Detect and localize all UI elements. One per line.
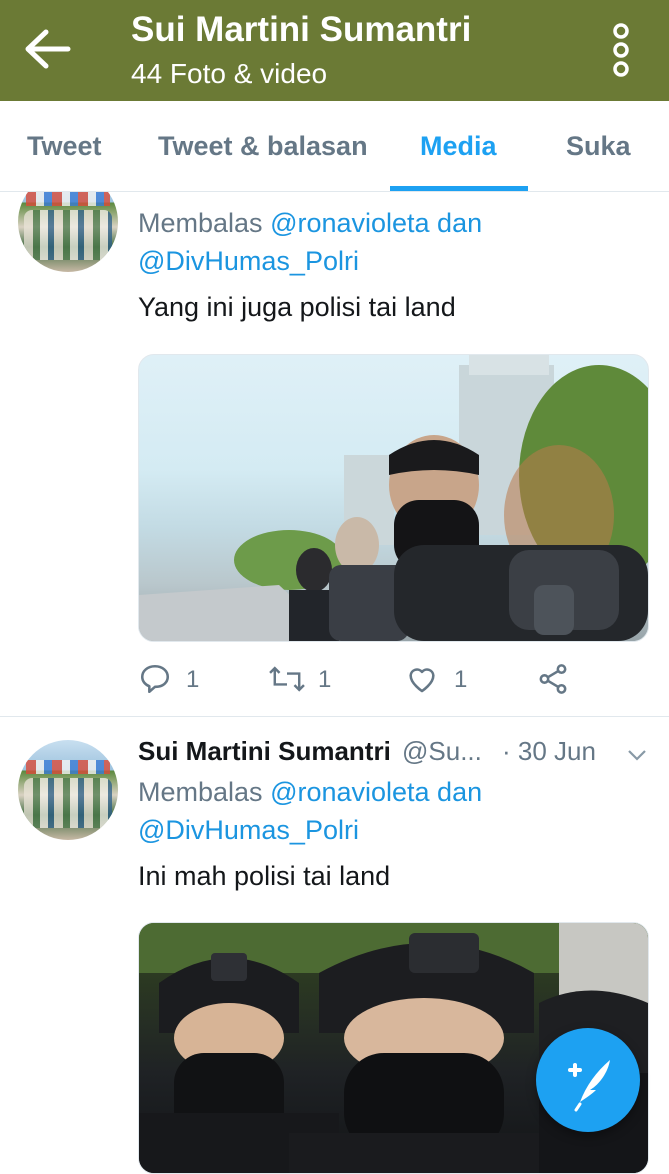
tab-likes[interactable]: Suka bbox=[566, 131, 631, 162]
photo-police-officers-masked-outdoor bbox=[139, 355, 648, 641]
profile-tabs: Tweet Tweet & balasan Media Suka bbox=[0, 101, 669, 192]
tab-tweet[interactable]: Tweet bbox=[27, 131, 102, 162]
share-icon bbox=[539, 664, 567, 694]
tweet-date[interactable]: · 30 Jun bbox=[502, 736, 596, 767]
replying-to-line: Membalas @ronavioleta dan bbox=[138, 208, 482, 239]
retweet-icon bbox=[269, 666, 305, 692]
replying-to-label: Membalas bbox=[138, 208, 263, 238]
chevron-down-icon[interactable] bbox=[626, 748, 648, 762]
compose-tweet-icon bbox=[568, 1060, 610, 1112]
like-button[interactable]: 1 bbox=[404, 660, 484, 700]
tweet-text: Yang ini juga polisi tai land bbox=[138, 292, 456, 322]
tweet-author-handle[interactable]: @Su... bbox=[402, 736, 482, 767]
replying-to-line-2: @DivHumas_Polri bbox=[138, 246, 359, 277]
avatar[interactable] bbox=[18, 740, 118, 840]
profile-name-title: Sui Martini Sumantri bbox=[131, 10, 472, 49]
replying-to-line-2: @DivHumas_Polri bbox=[138, 815, 359, 846]
like-count: 1 bbox=[454, 666, 468, 693]
reply-count: 1 bbox=[186, 666, 200, 693]
reply-button[interactable]: 1 bbox=[138, 660, 208, 700]
compose-tweet-button[interactable] bbox=[536, 1028, 640, 1132]
tweet-author-name[interactable]: Sui Martini Sumantri bbox=[138, 736, 391, 767]
media-count-subtitle: 44 Foto & video bbox=[131, 58, 328, 89]
heart-icon bbox=[409, 668, 435, 693]
share-button[interactable] bbox=[536, 660, 576, 700]
replying-to-label: Membalas bbox=[138, 777, 263, 807]
more-vertical-icon[interactable] bbox=[607, 22, 635, 78]
arrow-left-icon[interactable] bbox=[22, 26, 72, 72]
tab-media[interactable]: Media bbox=[420, 131, 497, 162]
mention-link[interactable]: @DivHumas_Polri bbox=[138, 815, 359, 845]
mention-link[interactable]: @ronavioleta dan bbox=[270, 208, 482, 238]
reply-icon bbox=[140, 664, 170, 694]
mention-link[interactable]: @ronavioleta dan bbox=[270, 777, 482, 807]
tweet-photo[interactable] bbox=[138, 354, 649, 642]
active-tab-indicator bbox=[390, 186, 528, 191]
tab-tweet-replies[interactable]: Tweet & balasan bbox=[158, 131, 368, 162]
tweet-text: Ini mah polisi tai land bbox=[138, 861, 391, 891]
tweet-divider bbox=[0, 716, 669, 717]
mention-link[interactable]: @DivHumas_Polri bbox=[138, 246, 359, 276]
profile-header-bar: Sui Martini Sumantri 44 Foto & video bbox=[0, 0, 669, 101]
tweet-actions: 1 1 1 bbox=[138, 660, 647, 700]
replying-to-line: Membalas @ronavioleta dan bbox=[138, 777, 482, 808]
retweet-count: 1 bbox=[318, 666, 332, 693]
retweet-button[interactable]: 1 bbox=[268, 660, 348, 700]
